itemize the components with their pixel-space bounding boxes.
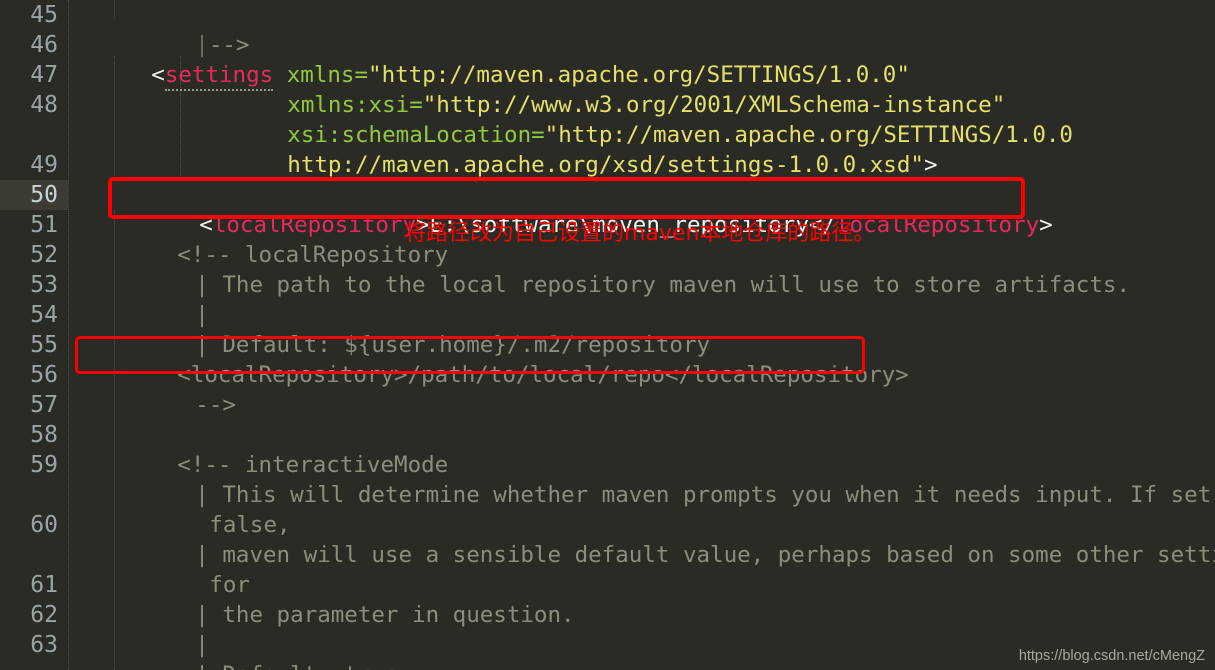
code-line-55: <localRepository>/path/to/local/repo</lo…	[177, 362, 909, 388]
line-number-58: 58	[30, 422, 58, 448]
line-number-49: 49	[30, 152, 58, 178]
code-line-59: | This will determine whether maven prom…	[195, 482, 1215, 508]
line-number-62: 62	[30, 602, 58, 628]
line-number-54: 54	[30, 302, 58, 328]
line-number-52: 52	[30, 242, 58, 268]
line-number-gutter: 45 46 47 48 49 50 51 52 53 54 55 56 57 5…	[0, 0, 68, 670]
code-line-56: -->	[195, 392, 236, 418]
line-number-55: 55	[30, 332, 58, 358]
line-number-46: 46	[30, 32, 58, 58]
line-number-57: 57	[30, 392, 58, 418]
line-number-59: 59	[30, 452, 58, 478]
code-line-63: | Default: true	[195, 662, 398, 670]
line-number-61: 61	[30, 572, 58, 598]
line-number-47: 47	[30, 62, 58, 88]
line-number-60: 60	[30, 512, 58, 538]
code-line-52: | The path to the local repository maven…	[195, 272, 1130, 298]
watermark-url: https://blog.csdn.net/cMengZ	[1018, 648, 1205, 664]
code-content-area[interactable]: |--> <settings xmlns="http://maven.apach…	[78, 0, 1215, 670]
line-number-48: 48	[30, 92, 58, 118]
tag-close-bracket: >	[923, 152, 938, 178]
code-editor-screenshot: 45 46 47 48 49 50 51 52 53 54 55 56 57 5…	[0, 0, 1215, 670]
annotation-chinese-note: 将路径改为自己设置的maven本地仓库的路径。	[404, 221, 876, 246]
line-number-45: 45	[30, 2, 58, 28]
line-number-50: 50	[30, 182, 58, 208]
local-repo-close-bracket-end: >	[1039, 212, 1053, 238]
code-line-60: | maven will use a sensible default valu…	[195, 542, 1215, 568]
line-number-51: 51	[30, 212, 58, 238]
line-number-53: 53	[30, 272, 58, 298]
code-line-61: | the parameter in question.	[195, 602, 575, 628]
attr-schema-location-value-cont: http://maven.apache.org/xsd/settings-1.0…	[287, 152, 924, 178]
tag-open-bracket: <	[151, 62, 165, 88]
line-number-56: 56	[30, 362, 58, 388]
line-number-63: 63	[30, 632, 58, 658]
